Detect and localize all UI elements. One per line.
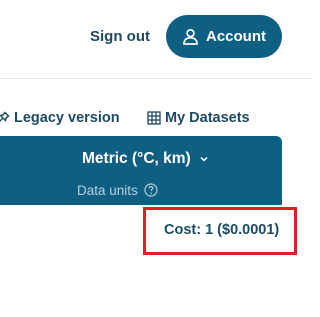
data-units-caption: Data units <box>77 181 158 199</box>
units-select-value: Metric (°C, km) <box>82 150 191 167</box>
units-select[interactable]: Metric (°C, km) <box>82 148 209 170</box>
sign-out-link[interactable]: Sign out <box>90 27 150 47</box>
table-icon <box>147 111 161 125</box>
account-button-label: Account <box>206 27 266 45</box>
page: Sign out Account Legacy version My Datas… <box>0 0 312 317</box>
account-button[interactable]: Account <box>166 15 282 58</box>
cost-label: Cost: 1 ($0.0001) <box>164 222 280 238</box>
legacy-version-label: Legacy version <box>14 110 120 126</box>
chevron-down-icon <box>199 154 209 164</box>
my-datasets-link[interactable]: My Datasets <box>147 108 250 128</box>
header-divider <box>0 78 312 79</box>
question-circle-icon[interactable] <box>144 183 158 197</box>
pin-icon <box>0 111 10 125</box>
my-datasets-label: My Datasets <box>165 110 250 126</box>
user-icon <box>182 28 199 45</box>
legacy-version-link[interactable]: Legacy version <box>0 108 120 128</box>
data-units-label: Data units <box>77 182 138 198</box>
